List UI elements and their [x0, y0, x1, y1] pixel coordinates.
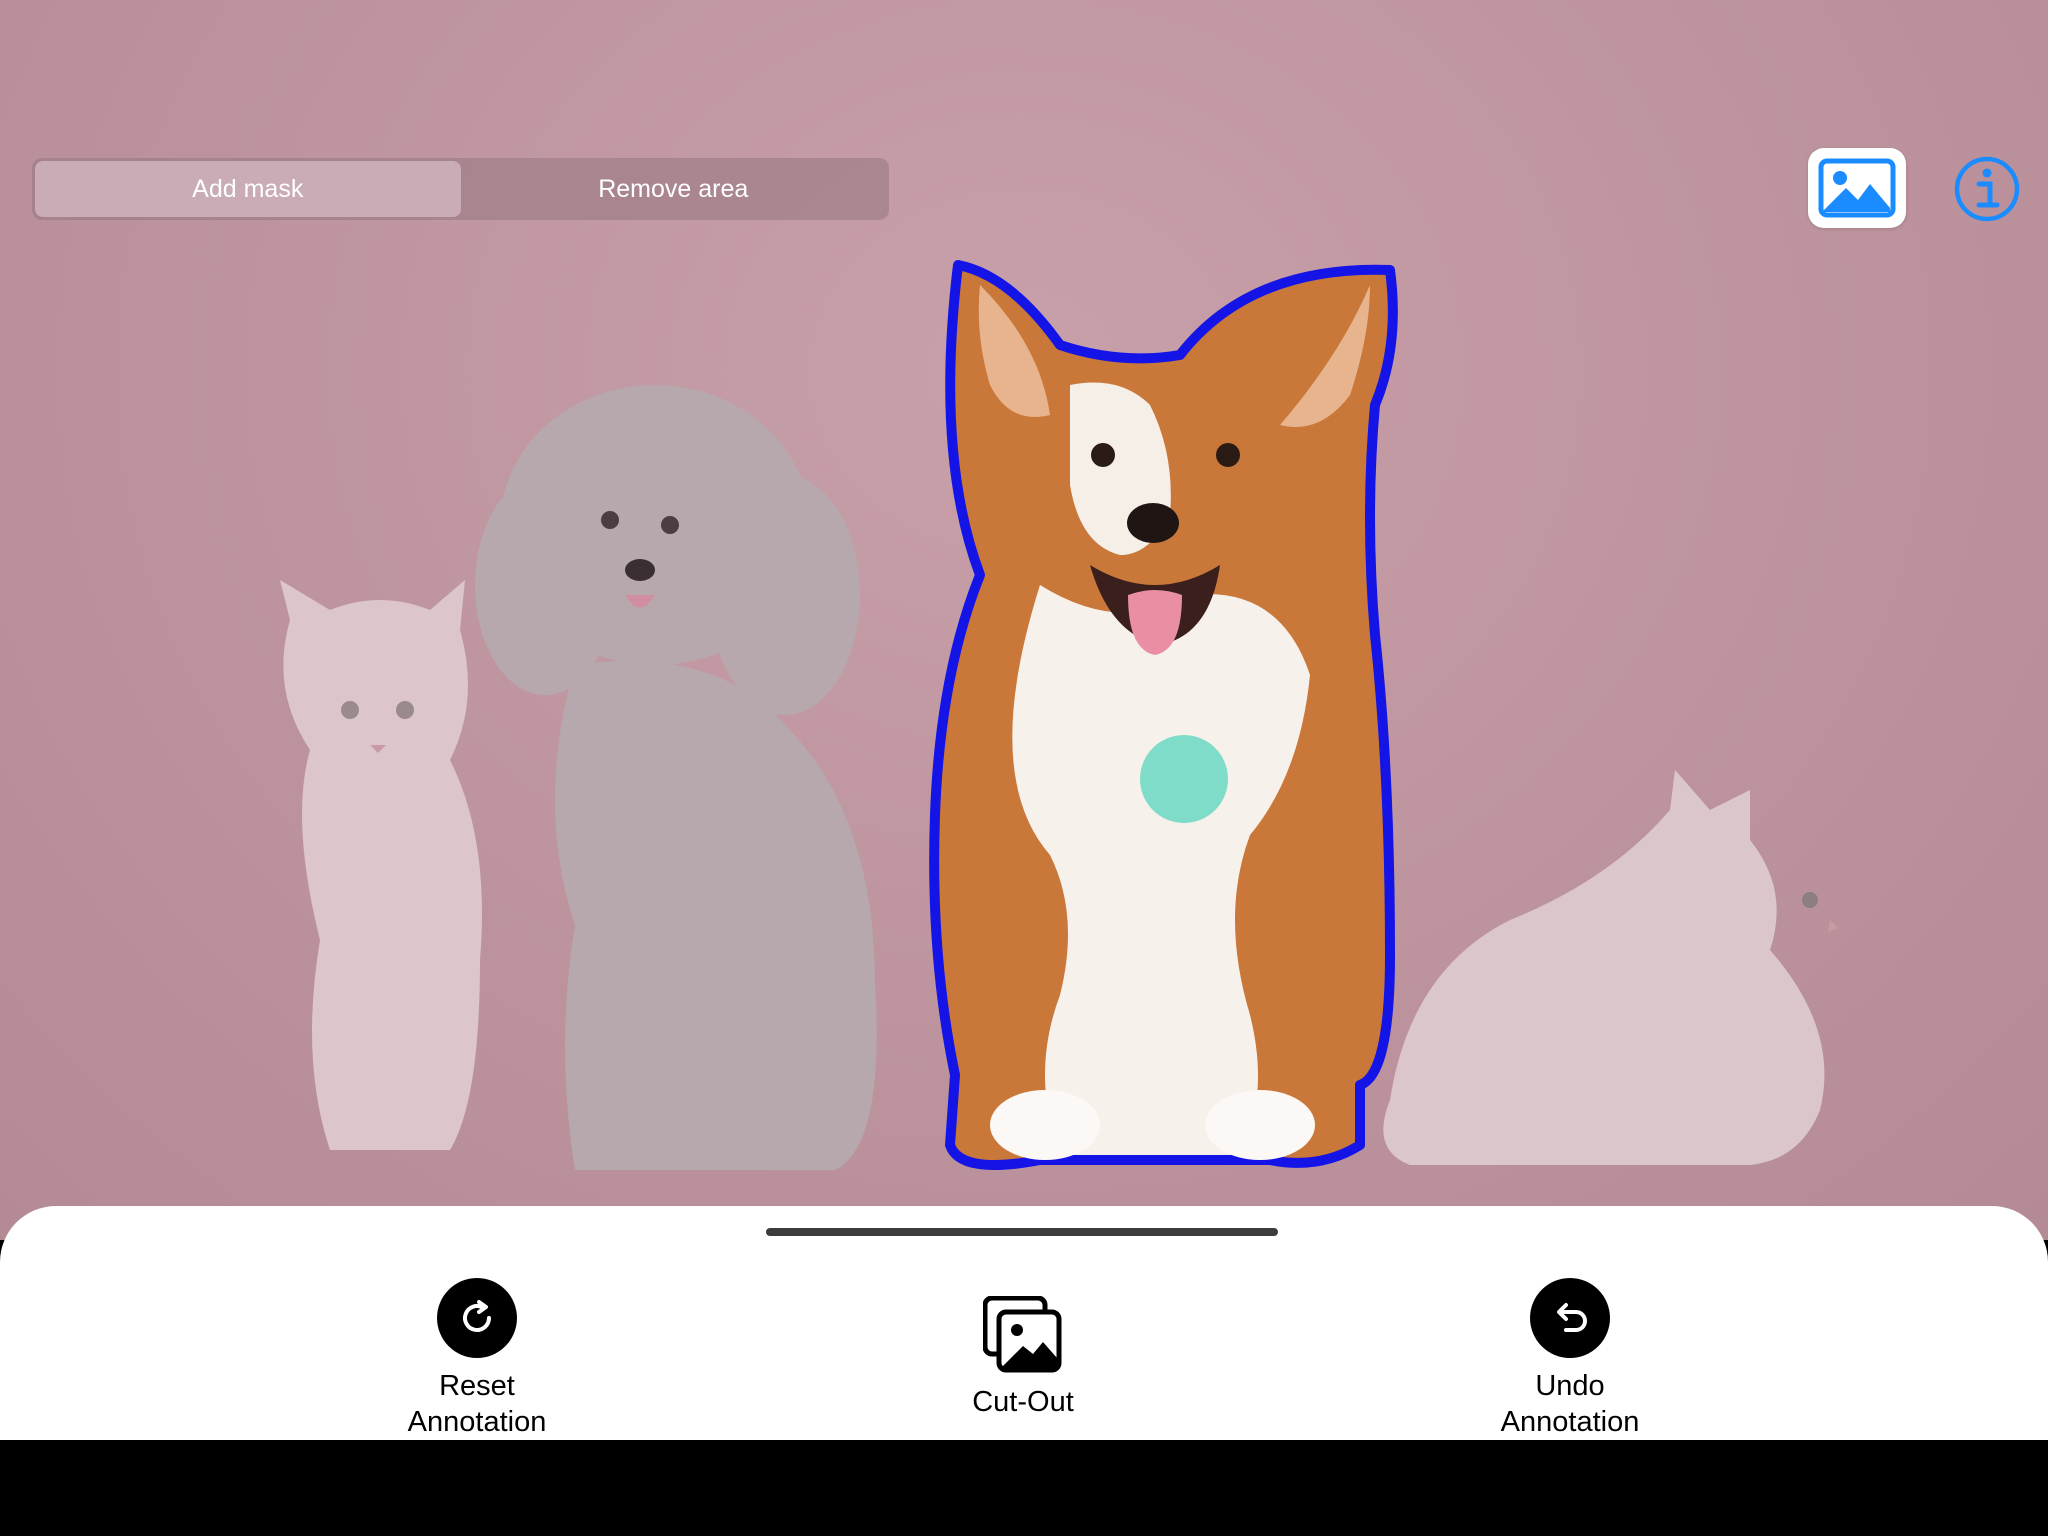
cat-right: [1383, 770, 1838, 1165]
undo-annotation-label: Undo Annotation: [1500, 1370, 1640, 1438]
undo-annotation-button[interactable]: Undo Annotation: [1440, 1278, 1700, 1440]
reset-annotation-label: Reset Annotation: [407, 1370, 547, 1438]
tap-point-marker: [1140, 735, 1228, 823]
photo-gallery-button[interactable]: [1808, 148, 1906, 228]
bottom-black-bar: [0, 1440, 2048, 1536]
cut-out-button[interactable]: Cut-Out: [893, 1296, 1153, 1420]
corgi-selected[interactable]: [920, 255, 1410, 1185]
undo-circle-icon: [1530, 1278, 1610, 1358]
photo-stack-icon: [983, 1296, 1062, 1373]
mask-mode-segmented-control: Add mask Remove area: [32, 158, 889, 220]
image-canvas[interactable]: Add mask Remove area: [0, 0, 2048, 1240]
reset-annotation-button[interactable]: Reset Annotation: [347, 1278, 607, 1440]
poodle: [475, 385, 877, 1170]
sheet-grabber[interactable]: [766, 1228, 1278, 1236]
add-mask-segment[interactable]: Add mask: [35, 161, 461, 217]
redo-circle-icon: [437, 1278, 517, 1358]
cut-out-label: Cut-Out: [972, 1386, 1074, 1418]
remove-area-segment[interactable]: Remove area: [461, 161, 887, 217]
bottom-sheet: Reset Annotation Cut-Out Undo Annotation: [0, 1206, 2048, 1440]
info-icon[interactable]: [1953, 155, 2021, 223]
photo-gallery-icon: [1818, 158, 1896, 218]
